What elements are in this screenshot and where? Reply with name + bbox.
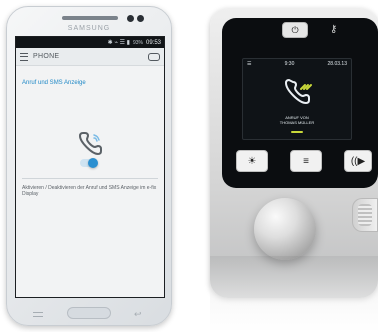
settings-description: Aktivieren / Deaktivieren der Anruf und … — [22, 185, 157, 197]
display-accent-bar — [291, 131, 303, 133]
app-title: PHONE — [33, 53, 60, 60]
key-icon: ⚷ — [330, 24, 338, 35]
menu-icon: ≡ — [303, 155, 309, 167]
phone-screen: ✱ ⌁ ☰ ▮ 93% 09:53 PHONE Anruf und SMS An… — [15, 36, 165, 298]
efix-device: ⏻ ⚷ ☰ 9:30 28.03.13 ANRUF VON THOMAS MÜL… — [202, 0, 378, 332]
front-camera — [127, 15, 134, 22]
divider — [22, 178, 158, 179]
battery-percent: 93% — [132, 39, 143, 46]
audio-button[interactable]: ((▶ — [344, 150, 372, 172]
call-sms-display-toggle[interactable] — [80, 158, 98, 168]
front-sensor — [137, 15, 144, 22]
speaker-icon: ((▶ — [350, 155, 366, 167]
link-icon[interactable] — [148, 52, 160, 61]
incoming-call-icon — [285, 79, 312, 104]
toggle-knob — [88, 158, 98, 168]
power-icon: ⏻ — [291, 24, 299, 35]
display-status-left: ☰ — [247, 61, 252, 67]
phone-earpiece — [62, 16, 118, 20]
phone-handset-icon — [79, 132, 102, 155]
rotary-knob[interactable] — [254, 198, 316, 260]
side-knob[interactable] — [352, 198, 378, 232]
back-button[interactable]: ↩ — [134, 309, 142, 320]
status-bar: ✱ ⌁ ☰ ▮ 93% 09:53 — [16, 37, 164, 48]
device-reflection — [210, 256, 378, 332]
menu-icon[interactable] — [20, 52, 28, 61]
phone-device: SAMSUNG ✱ ⌁ ☰ ▮ 93% 09:53 PHONE Anruf un… — [6, 6, 172, 326]
display-time: 9:30 — [284, 61, 295, 67]
power-button[interactable]: ⏻ — [282, 22, 308, 38]
menu-button[interactable]: ≡ — [290, 150, 322, 172]
caller-line-2: THOMAS MÜLLER — [279, 120, 315, 125]
device-display: ☰ 9:30 28.03.13 ANRUF VON THOMAS MÜLLER — [242, 58, 352, 140]
menu-button[interactable] — [33, 312, 43, 317]
phone-brand: SAMSUNG — [67, 25, 111, 32]
caller-info: ANRUF VON THOMAS MÜLLER — [243, 115, 351, 125]
status-time: 09:53 — [145, 39, 161, 46]
display-date: 28.03.13 — [327, 61, 347, 67]
status-icons: ✱ ⌁ ☰ ▮ — [107, 40, 130, 46]
app-bar: PHONE — [16, 48, 164, 66]
brightness-button[interactable]: ☀ — [236, 150, 268, 172]
display-status-row: ☰ 9:30 28.03.13 — [243, 59, 351, 69]
settings-section-title: Anruf und SMS Anzeige — [22, 80, 86, 86]
home-button[interactable] — [67, 307, 111, 319]
settings-content: Anruf und SMS Anzeige Aktivieren / Deakt… — [16, 66, 164, 197]
brightness-icon: ☀ — [247, 155, 257, 167]
